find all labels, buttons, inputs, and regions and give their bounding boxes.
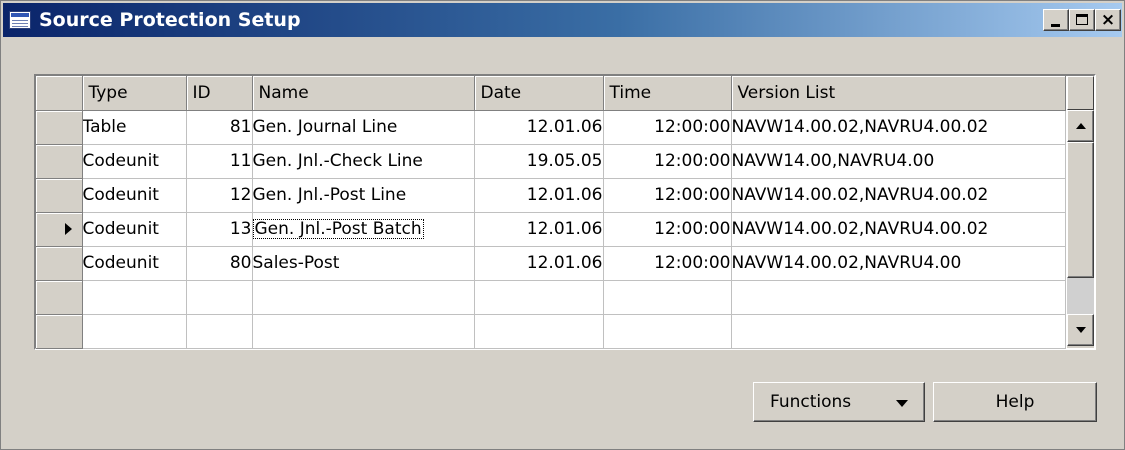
column-header-type[interactable]: Type: [82, 76, 187, 111]
cell-time[interactable]: 12:00:00: [603, 178, 732, 213]
cell-type[interactable]: Codeunit: [82, 212, 187, 247]
header-row: Type ID Name Date Time Version List: [36, 76, 1066, 111]
table-row-current[interactable]: Codeunit 13 Gen. Jnl.-Post Batch 12.01.0…: [36, 212, 1066, 247]
cell-time[interactable]: 12:00:00: [603, 212, 732, 247]
empty-cell[interactable]: [474, 280, 604, 315]
cell-date[interactable]: 12.01.06: [474, 178, 604, 213]
cell-name-focused[interactable]: Gen. Jnl.-Post Batch: [252, 212, 475, 247]
cell-id[interactable]: 11: [186, 144, 253, 179]
row-selector[interactable]: [36, 314, 83, 349]
row-selector[interactable]: [36, 280, 83, 315]
table-row[interactable]: Codeunit 12 Gen. Jnl.-Post Line 12.01.06…: [36, 178, 1066, 213]
cell-type[interactable]: Codeunit: [82, 178, 187, 213]
scroll-up-icon: [1076, 123, 1086, 129]
empty-cell[interactable]: [603, 280, 732, 315]
dropdown-arrow-icon: [896, 400, 908, 407]
cell-id[interactable]: 81: [186, 110, 253, 145]
cell-version-list[interactable]: NAVW14.00.02,NAVRU4.00.02: [731, 178, 1066, 213]
title-bar[interactable]: Source Protection Setup ×: [3, 3, 1122, 37]
records-table: Type ID Name Date Time Version List Tabl…: [36, 76, 1066, 349]
minimize-button[interactable]: [1043, 9, 1069, 31]
empty-cell[interactable]: [82, 314, 187, 349]
row-selector[interactable]: [36, 144, 83, 179]
cell-id[interactable]: 80: [186, 246, 253, 281]
cell-time[interactable]: 12:00:00: [603, 110, 732, 145]
column-header-version-list[interactable]: Version List: [731, 76, 1066, 111]
cell-name[interactable]: Gen. Jnl.-Post Line: [252, 178, 475, 213]
maximize-button[interactable]: [1069, 9, 1095, 31]
table-row[interactable]: Codeunit 80 Sales-Post 12.01.06 12:00:00…: [36, 246, 1066, 281]
cell-version-list[interactable]: NAVW14.00.02,NAVRU4.00.02: [731, 110, 1066, 145]
cell-id[interactable]: 13: [186, 212, 253, 247]
cell-version-list[interactable]: NAVW14.00,NAVRU4.00: [731, 144, 1066, 179]
cell-version-list[interactable]: NAVW14.00.02,NAVRU4.00.02: [731, 212, 1066, 247]
cell-type[interactable]: Codeunit: [82, 246, 187, 281]
empty-cell[interactable]: [186, 314, 253, 349]
row-pointer-icon: [65, 223, 72, 235]
empty-cell[interactable]: [731, 280, 1066, 315]
source-protection-grid[interactable]: Type ID Name Date Time Version List Tabl…: [34, 74, 1096, 350]
column-header-name[interactable]: Name: [252, 76, 475, 111]
empty-cell[interactable]: [474, 314, 604, 349]
row-selector[interactable]: [36, 178, 83, 213]
cell-name[interactable]: Gen. Journal Line: [252, 110, 475, 145]
table-row[interactable]: Table 81 Gen. Journal Line 12.01.06 12:0…: [36, 110, 1066, 145]
source-protection-setup-window: Source Protection Setup × Type ID Name D…: [0, 0, 1125, 450]
empty-cell[interactable]: [731, 314, 1066, 349]
cell-type[interactable]: Codeunit: [82, 144, 187, 179]
cell-version-list[interactable]: NAVW14.00.02,NAVRU4.00: [731, 246, 1066, 281]
table-row[interactable]: Codeunit 11 Gen. Jnl.-Check Line 19.05.0…: [36, 144, 1066, 179]
empty-cell[interactable]: [186, 280, 253, 315]
row-selector[interactable]: [36, 246, 83, 281]
column-header-time[interactable]: Time: [603, 76, 732, 111]
window-app-icon: [9, 11, 31, 29]
header-corner: [36, 76, 83, 111]
cell-time[interactable]: 12:00:00: [603, 144, 732, 179]
column-header-date[interactable]: Date: [474, 76, 604, 111]
cell-name[interactable]: Sales-Post: [252, 246, 475, 281]
minimize-icon: [1051, 24, 1060, 27]
column-header-id[interactable]: ID: [186, 76, 253, 111]
functions-button-label: Functions: [770, 392, 852, 412]
cell-date[interactable]: 12.01.06: [474, 246, 604, 281]
scroll-down-button[interactable]: [1067, 314, 1094, 346]
maximize-icon: [1076, 14, 1088, 25]
row-selector-current[interactable]: [36, 212, 83, 247]
scroll-thumb[interactable]: [1067, 142, 1094, 278]
empty-cell[interactable]: [252, 314, 475, 349]
empty-row[interactable]: [36, 314, 1066, 349]
cell-date[interactable]: 19.05.05: [474, 144, 604, 179]
cell-time[interactable]: 12:00:00: [603, 246, 732, 281]
scroll-track[interactable]: [1067, 278, 1094, 314]
cell-date[interactable]: 12.01.06: [474, 212, 604, 247]
vertical-scrollbar[interactable]: [1067, 76, 1094, 348]
functions-button[interactable]: Functions: [753, 382, 925, 422]
scroll-down-icon: [1076, 327, 1086, 333]
empty-cell[interactable]: [82, 280, 187, 315]
empty-row[interactable]: [36, 280, 1066, 315]
cell-id[interactable]: 12: [186, 178, 253, 213]
cell-date[interactable]: 12.01.06: [474, 110, 604, 145]
scroll-up-button[interactable]: [1067, 110, 1094, 142]
cell-name[interactable]: Gen. Jnl.-Check Line: [252, 144, 475, 179]
empty-cell[interactable]: [252, 280, 475, 315]
cell-type[interactable]: Table: [82, 110, 187, 145]
close-button[interactable]: ×: [1095, 9, 1121, 31]
empty-cell[interactable]: [603, 314, 732, 349]
close-icon: ×: [1100, 10, 1116, 30]
focused-cell-text: Gen. Jnl.-Post Batch: [252, 219, 424, 239]
window-title: Source Protection Setup: [39, 9, 301, 31]
help-button[interactable]: Help: [933, 382, 1097, 422]
scrollbar-header-cap: [1067, 76, 1094, 110]
row-selector[interactable]: [36, 110, 83, 145]
